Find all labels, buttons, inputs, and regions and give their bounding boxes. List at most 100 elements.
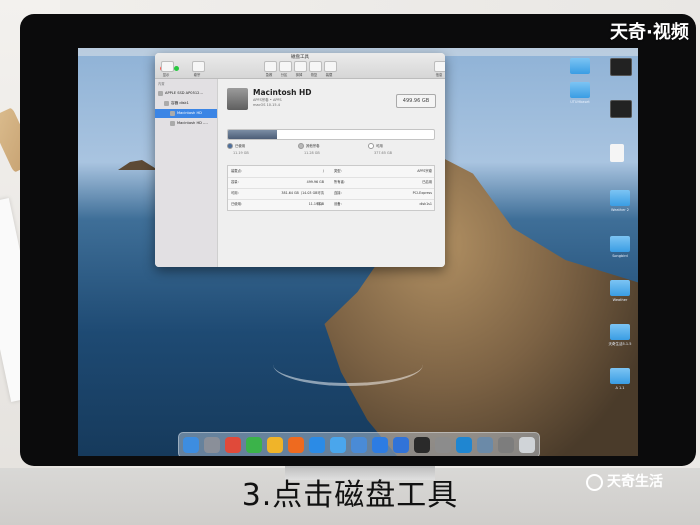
launchpad-icon[interactable] xyxy=(204,437,220,453)
window-titlebar: 磁盘工具 显示 卷宗 急救 分区 抹掉 恢复 装载 信息 xyxy=(155,53,445,79)
sidebar-item-label: 容器 disk1 xyxy=(171,101,189,105)
mac-desktop: UTUHbaset Weather 2 Songbird Weather 天奇生活5.1… xyxy=(78,48,638,456)
firefox-icon[interactable] xyxy=(288,437,304,453)
info-key: 连接： xyxy=(334,191,344,195)
legend-swatch xyxy=(227,143,233,149)
disk-utility-icon[interactable] xyxy=(498,437,514,453)
usage-bar-fill xyxy=(228,130,278,139)
desktop-icon-label: Weather xyxy=(612,298,628,302)
usage-bar xyxy=(227,129,435,140)
legend-value: 11.28 GB xyxy=(304,151,320,155)
sidebar-item-label: Macintosh HD xyxy=(177,111,202,115)
toolbar-label: 装载 xyxy=(325,73,333,77)
info-key: 设备： xyxy=(334,202,344,206)
wechat-icon[interactable] xyxy=(246,437,262,453)
plus-minus-icon[interactable] xyxy=(192,61,205,72)
trash-icon[interactable] xyxy=(519,437,535,453)
finder-icon[interactable] xyxy=(183,437,199,453)
erase-icon[interactable] xyxy=(294,61,307,72)
window-title: 磁盘工具 xyxy=(291,55,309,60)
toolbar-label: 卷宗 xyxy=(193,73,201,77)
folder-icon[interactable] xyxy=(610,280,630,296)
sidebar-icon[interactable] xyxy=(161,61,174,72)
app-g-icon[interactable] xyxy=(225,437,241,453)
restore-icon[interactable] xyxy=(309,61,322,72)
info-value: 499.96 GB xyxy=(306,180,324,184)
watermark-top: 天奇·视频 xyxy=(610,22,689,43)
dock xyxy=(178,432,540,456)
edge-icon[interactable] xyxy=(456,437,472,453)
info-table: 装载点： / 类型： APFS宗卷 容量： 499.96 GB 所有者： 已启用 可用： 381.… xyxy=(227,165,435,211)
hard-drive-icon xyxy=(227,88,248,110)
desktop-icon-label: 天奇生活5.1.5 xyxy=(608,342,632,346)
folder-icon[interactable] xyxy=(570,82,590,98)
capacity-badge: 499.96 GB xyxy=(396,94,436,108)
sidebar-item[interactable]: 容器 disk1 xyxy=(155,99,217,108)
desktop-icon-label: A 1.1 xyxy=(615,386,625,390)
mount-icon[interactable] xyxy=(324,61,337,72)
wallpaper-surf xyxy=(273,343,423,386)
legend-label: 可用 xyxy=(376,144,383,148)
legend-label: 其他宗卷 xyxy=(306,144,320,148)
sidebar-item[interactable]: Macintosh HD -... xyxy=(155,119,217,128)
disk-utility-window: 磁盘工具 显示 卷宗 急救 分区 抹掉 恢复 装载 信息 内置 APPLE SSD AP051… xyxy=(155,53,445,267)
sidebar-item-label: Macintosh HD -... xyxy=(177,121,208,125)
info-value: APFS宗卷 xyxy=(417,169,432,173)
volume-detail-pane: Macintosh HD APFS宗卷 • APFS macOS 10.15.4… xyxy=(218,79,445,267)
info-key: 容量： xyxy=(231,180,241,184)
legend-value: 377.65 GB xyxy=(374,151,392,155)
folder-icon[interactable] xyxy=(610,236,630,252)
volume-name: Macintosh HD xyxy=(253,88,312,97)
folder-icon[interactable] xyxy=(570,58,590,74)
stethoscope-icon[interactable] xyxy=(264,61,277,72)
legend-item: 其他宗卷 11.28 GB xyxy=(298,143,320,155)
sidebar-item[interactable]: Macintosh HD xyxy=(155,109,217,118)
sidebar-item[interactable]: APPLE SSD AP0512... xyxy=(155,89,217,98)
disk-icon xyxy=(170,120,175,126)
legend-item: 已使用 11.19 GB xyxy=(227,143,249,155)
chat-icon[interactable] xyxy=(267,437,283,453)
disk-icon xyxy=(164,100,169,106)
info-icon[interactable] xyxy=(434,61,445,72)
info-value: PCI-Express xyxy=(412,191,432,195)
info-value: disk1s1 xyxy=(419,202,432,206)
legend-label: 已使用 xyxy=(235,144,246,148)
info-key: 已使用： xyxy=(231,202,245,206)
info-value: / xyxy=(322,169,324,173)
legend-swatch xyxy=(368,143,374,149)
document-icon[interactable] xyxy=(610,144,624,162)
terminal-icon[interactable] xyxy=(414,437,430,453)
disk-icon xyxy=(170,110,175,116)
brand-text: 天奇生活 xyxy=(607,474,663,490)
preview-icon[interactable] xyxy=(477,437,493,453)
folder2-icon[interactable] xyxy=(351,437,367,453)
info-key: 所有者： xyxy=(334,180,348,184)
volume-os: macOS 10.15.4 xyxy=(253,103,280,107)
legend-value: 11.19 GB xyxy=(233,151,249,155)
system-preferences-icon[interactable] xyxy=(435,437,451,453)
folder-icon[interactable] xyxy=(330,437,346,453)
info-value: 381.64 GB（14.03 GB可清除） xyxy=(281,191,324,206)
file-icon[interactable] xyxy=(610,100,632,118)
info-key: 可用： xyxy=(231,191,241,195)
file-icon[interactable] xyxy=(610,58,632,76)
brand-watermark: 天奇生活 xyxy=(586,471,663,491)
brand-logo-icon xyxy=(586,473,603,491)
toolbar-label: 信息 xyxy=(435,73,443,77)
sidebar: 内置 APPLE SSD AP0512... 容器 disk1 Macintosh … xyxy=(155,79,218,267)
zoom-button[interactable] xyxy=(174,66,179,71)
info-key: 装载点： xyxy=(231,169,245,173)
desktop-icon-label: UTUHbaset xyxy=(570,100,590,104)
info-key: 类型： xyxy=(334,169,344,173)
folder-icon[interactable] xyxy=(610,324,630,340)
safari-icon[interactable] xyxy=(309,437,325,453)
partition-icon[interactable] xyxy=(279,61,292,72)
wallpaper-islet xyxy=(118,160,158,170)
folder-icon[interactable] xyxy=(610,368,630,384)
arrow-up-icon[interactable] xyxy=(393,437,409,453)
disk-icon xyxy=(158,90,163,96)
app-store-icon[interactable] xyxy=(372,437,388,453)
info-row: 已使用： 11.19 GB 设备： disk1s1 xyxy=(228,199,434,210)
folder-icon[interactable] xyxy=(610,190,630,206)
info-value: 11.19 GB xyxy=(308,202,324,206)
